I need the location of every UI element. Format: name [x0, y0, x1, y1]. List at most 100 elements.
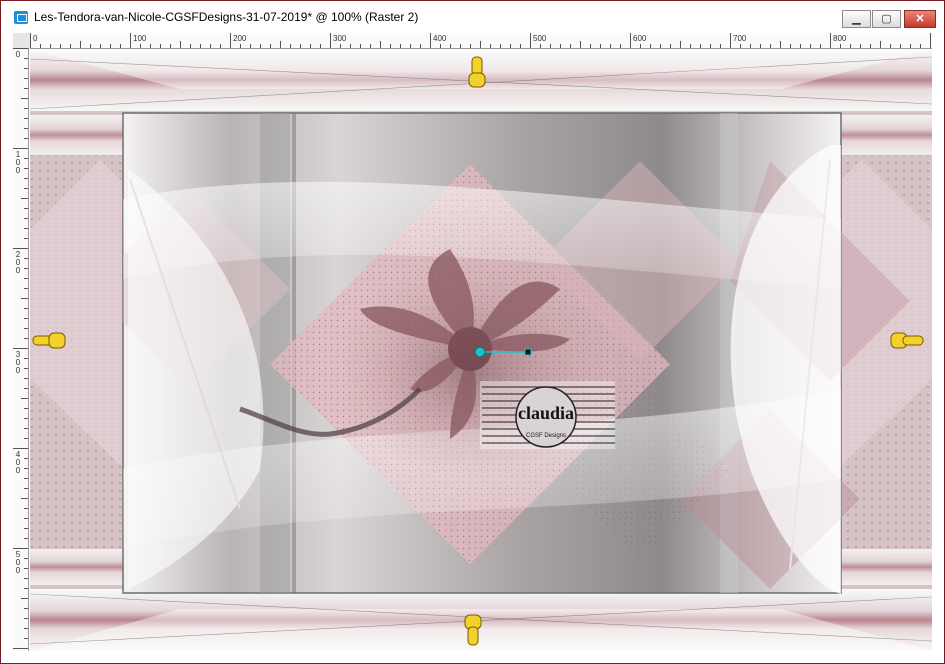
ruler-tick [13, 448, 28, 449]
ruler-tick [160, 44, 161, 48]
ruler-tick [100, 44, 101, 48]
ruler-tick [370, 44, 371, 48]
ruler-tick [13, 48, 28, 49]
ruler-tick [24, 128, 28, 129]
ruler-tick [720, 44, 721, 48]
ruler-tick [870, 44, 871, 48]
ruler-label: 4 0 0 [15, 450, 21, 475]
ruler-label: 2 0 0 [15, 250, 21, 275]
ruler-tick [900, 44, 901, 48]
ruler-tick [550, 44, 551, 48]
ruler-tick [21, 298, 28, 299]
ruler-tick [230, 33, 231, 48]
ruler-tick [520, 44, 521, 48]
ruler-tick [850, 44, 851, 48]
ruler-tick [350, 44, 351, 48]
right-band-top [838, 115, 932, 155]
ruler-tick [24, 378, 28, 379]
image-canvas[interactable]: claudia CGSF Designs [30, 49, 932, 651]
ruler-tick [24, 178, 28, 179]
ruler-tick [590, 44, 591, 48]
ruler-tick [24, 468, 28, 469]
vertical-ruler[interactable]: 0 1 0 0 2 0 0 3 0 0 4 0 0 5 0 0 [13, 48, 29, 651]
ruler-tick [24, 618, 28, 619]
minimize-button[interactable]: ▁ [842, 10, 871, 28]
ruler-label: 400 [433, 34, 447, 43]
ruler-tick [880, 41, 881, 48]
ruler-tick [750, 44, 751, 48]
ruler-tick [24, 588, 28, 589]
ruler-tick [440, 44, 441, 48]
ruler-tick [24, 368, 28, 369]
ruler-tick [24, 428, 28, 429]
ruler-tick [24, 418, 28, 419]
window-title: Les-Tendora-van-Nicole-CGSFDesigns-31-07… [34, 10, 419, 24]
ruler-tick [24, 218, 28, 219]
ruler-tick [560, 44, 561, 48]
ruler-tick [13, 548, 28, 549]
ruler-tick [250, 44, 251, 48]
ruler-tick [830, 33, 831, 48]
ruler-tick [24, 258, 28, 259]
ruler-tick [60, 44, 61, 48]
ruler-tick [410, 44, 411, 48]
ruler-tick [680, 41, 681, 48]
ruler-tick [21, 98, 28, 99]
ruler-tick [310, 44, 311, 48]
ruler-label: 1 0 0 [15, 150, 21, 175]
ruler-tick [13, 148, 28, 149]
ruler-tick [670, 44, 671, 48]
rotation-handle[interactable] [524, 348, 532, 356]
ruler-tick [630, 33, 631, 48]
ruler-tick [24, 138, 28, 139]
ruler-tick [530, 33, 531, 48]
ruler-tick [24, 528, 28, 529]
ruler-tick [460, 44, 461, 48]
maximize-button[interactable]: ▢ [872, 10, 901, 28]
ruler-tick [24, 238, 28, 239]
ruler-tick [24, 228, 28, 229]
ruler-tick [500, 44, 501, 48]
ruler-tick [840, 44, 841, 48]
title-bar[interactable]: Les-Tendora-van-Nicole-CGSFDesigns-31-07… [4, 4, 941, 32]
ruler-tick [24, 78, 28, 79]
ruler-tick [470, 44, 471, 48]
ruler-tick [490, 44, 491, 48]
ruler-tick [450, 44, 451, 48]
ruler-tick [710, 44, 711, 48]
ruler-label: 5 0 0 [15, 550, 21, 575]
ruler-label: 600 [633, 34, 647, 43]
ruler-tick [24, 168, 28, 169]
ruler-tick [24, 438, 28, 439]
ruler-tick [740, 44, 741, 48]
ruler-tick [360, 44, 361, 48]
horizontal-ruler[interactable]: 0 100 200 300 400 500 600 700 800 [30, 33, 932, 49]
ruler-label: 800 [833, 34, 847, 43]
ruler-tick [800, 44, 801, 48]
ruler-tick [780, 41, 781, 48]
ruler-tick [610, 44, 611, 48]
ruler-tick [24, 538, 28, 539]
ruler-tick [24, 458, 28, 459]
ruler-tick [320, 44, 321, 48]
close-button[interactable]: ✕ [904, 10, 936, 28]
ruler-tick [210, 44, 211, 48]
ruler-tick [650, 44, 651, 48]
ruler-tick [24, 578, 28, 579]
ruler-tick [910, 44, 911, 48]
minimize-icon: ▁ [852, 13, 861, 25]
rotation-center-handle[interactable] [474, 346, 486, 358]
ruler-tick [24, 408, 28, 409]
bottom-band-highlight [30, 609, 932, 651]
ruler-tick [24, 558, 28, 559]
ruler-tick [21, 498, 28, 499]
ruler-label: 200 [233, 34, 247, 43]
ruler-tick [820, 44, 821, 48]
ruler-tick [30, 33, 31, 48]
ruler-tick [860, 44, 861, 48]
ruler-tick [24, 268, 28, 269]
ruler-tick [260, 44, 261, 48]
ruler-tick [930, 33, 931, 48]
ruler-tick [24, 638, 28, 639]
ruler-tick [690, 44, 691, 48]
